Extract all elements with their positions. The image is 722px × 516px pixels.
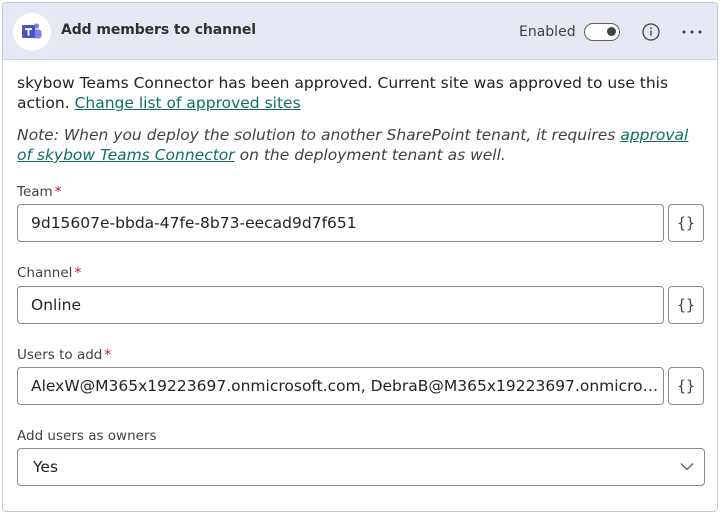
channel-expression-button[interactable]: {} [668, 286, 704, 324]
note-text-after: on the deployment tenant as well. [239, 146, 506, 164]
users-input[interactable]: AlexW@M365x19223697.onmicrosoft.com, Deb… [17, 367, 664, 405]
users-expression-button[interactable]: {} [668, 367, 704, 405]
team-label-text: Team [17, 184, 53, 200]
team-input[interactable]: 9d15607e-bbda-47fe-8b73-eecad9d7f651 [17, 204, 664, 242]
enabled-toggle[interactable] [584, 23, 620, 41]
enabled-label: Enabled [519, 24, 576, 40]
deployment-note: Note: When you deploy the solution to an… [17, 125, 707, 165]
card-title: Add members to channel [61, 22, 256, 38]
info-icon[interactable] [641, 22, 661, 42]
owners-selected-value: Yes [33, 458, 59, 476]
owners-label: Add users as owners [17, 428, 157, 444]
note-text-before: Note: When you deploy the solution to an… [17, 126, 616, 144]
required-mark: * [54, 184, 62, 200]
chevron-down-icon [680, 463, 694, 471]
teams-icon [13, 13, 51, 51]
change-approved-sites-link[interactable]: Change list of approved sites [75, 94, 301, 112]
approval-message: skybow Teams Connector has been approved… [17, 73, 707, 113]
team-expression-button[interactable]: {} [668, 204, 704, 242]
toggle-knob [607, 27, 616, 36]
owners-select[interactable]: Yes [17, 448, 705, 486]
more-icon[interactable] [681, 29, 703, 35]
required-mark: * [74, 265, 82, 281]
team-label: Team * [17, 184, 61, 200]
action-card: Add members to channel Enabled skybow Te… [2, 2, 718, 512]
channel-input[interactable]: Online [17, 286, 664, 324]
channel-label-text: Channel [17, 265, 73, 281]
users-label: Users to add * [17, 347, 111, 363]
users-label-text: Users to add [17, 347, 103, 363]
channel-label: Channel * [17, 265, 81, 281]
card-header: Add members to channel Enabled [3, 3, 717, 60]
required-mark: * [104, 347, 112, 363]
